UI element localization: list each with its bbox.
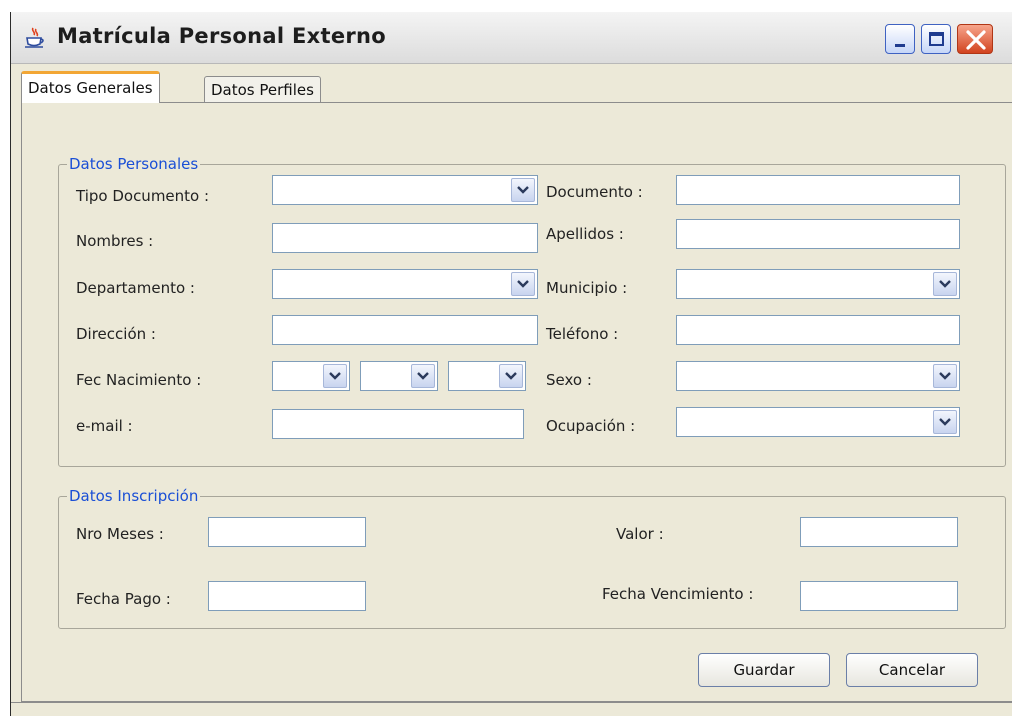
chevron-down-icon[interactable] bbox=[323, 364, 347, 388]
chevron-down-icon[interactable] bbox=[511, 272, 535, 296]
title-bar[interactable]: Matrícula Personal Externo bbox=[11, 12, 1012, 64]
departamento-label: Departamento : bbox=[76, 279, 195, 297]
chevron-down-icon[interactable] bbox=[933, 410, 957, 434]
chevron-down-icon[interactable] bbox=[933, 364, 957, 388]
nombres-field[interactable] bbox=[272, 223, 538, 253]
tab-datos-generales[interactable]: Datos Generales bbox=[21, 71, 160, 103]
fecha-vencimiento-label: Fecha Vencimiento : bbox=[602, 585, 754, 603]
direccion-label: Dirección : bbox=[76, 325, 156, 343]
status-divider bbox=[11, 702, 1012, 703]
chevron-down-icon[interactable] bbox=[933, 272, 957, 296]
chevron-down-icon[interactable] bbox=[499, 364, 523, 388]
ocupacion-label: Ocupación : bbox=[546, 417, 636, 435]
java-coffee-cup-icon bbox=[23, 26, 47, 50]
direccion-field[interactable] bbox=[272, 315, 538, 345]
documento-field[interactable] bbox=[676, 175, 960, 205]
fec-nacimiento-label: Fec Nacimiento : bbox=[76, 371, 202, 389]
fec-nacimiento-day-combo[interactable] bbox=[272, 361, 350, 391]
datos-inscripcion-legend: Datos Inscripción bbox=[69, 487, 199, 505]
sexo-label: Sexo : bbox=[546, 371, 592, 389]
apellidos-label: Apellidos : bbox=[546, 225, 624, 243]
fec-nacimiento-year-combo[interactable] bbox=[448, 361, 526, 391]
email-field[interactable] bbox=[272, 409, 524, 439]
fecha-pago-label: Fecha Pago : bbox=[76, 590, 171, 608]
close-button[interactable] bbox=[957, 24, 993, 54]
fecha-vencimiento-field[interactable] bbox=[800, 581, 958, 611]
valor-label: Valor : bbox=[616, 525, 664, 543]
datos-generales-panel: Datos Personales Tipo Documento : Docume… bbox=[21, 102, 1012, 702]
close-icon bbox=[966, 30, 986, 50]
municipio-label: Municipio : bbox=[546, 279, 628, 297]
email-label: e-mail : bbox=[76, 417, 133, 435]
minimize-button[interactable] bbox=[885, 24, 915, 54]
valor-field[interactable] bbox=[800, 517, 958, 547]
window-title: Matrícula Personal Externo bbox=[57, 24, 386, 48]
telefono-field[interactable] bbox=[676, 315, 960, 345]
nro-meses-label: Nro Meses : bbox=[76, 525, 164, 543]
maximize-icon bbox=[929, 32, 944, 46]
fec-nacimiento-month-combo[interactable] bbox=[360, 361, 438, 391]
tab-strip: Datos Generales Datos Perfiles bbox=[11, 68, 1012, 103]
guardar-button[interactable]: Guardar bbox=[698, 653, 830, 687]
cancelar-button[interactable]: Cancelar bbox=[846, 653, 978, 687]
tipo-documento-combo[interactable] bbox=[272, 175, 538, 205]
ocupacion-combo[interactable] bbox=[676, 407, 960, 437]
tab-datos-perfiles[interactable]: Datos Perfiles bbox=[204, 76, 321, 102]
datos-personales-legend: Datos Personales bbox=[69, 155, 199, 173]
minimize-icon bbox=[895, 44, 905, 47]
fecha-pago-field[interactable] bbox=[208, 581, 366, 611]
chevron-down-icon[interactable] bbox=[511, 178, 535, 202]
nombres-label: Nombres : bbox=[76, 232, 154, 250]
municipio-combo[interactable] bbox=[676, 269, 960, 299]
documento-label: Documento : bbox=[546, 183, 643, 201]
apellidos-field[interactable] bbox=[676, 219, 960, 249]
telefono-label: Teléfono : bbox=[546, 325, 619, 343]
nro-meses-field[interactable] bbox=[208, 517, 366, 547]
sexo-combo[interactable] bbox=[676, 361, 960, 391]
chevron-down-icon[interactable] bbox=[411, 364, 435, 388]
departamento-combo[interactable] bbox=[272, 269, 538, 299]
tipo-documento-label: Tipo Documento : bbox=[76, 187, 210, 205]
maximize-button[interactable] bbox=[921, 24, 951, 54]
app-window: Matrícula Personal Externo Datos General… bbox=[10, 12, 1012, 716]
